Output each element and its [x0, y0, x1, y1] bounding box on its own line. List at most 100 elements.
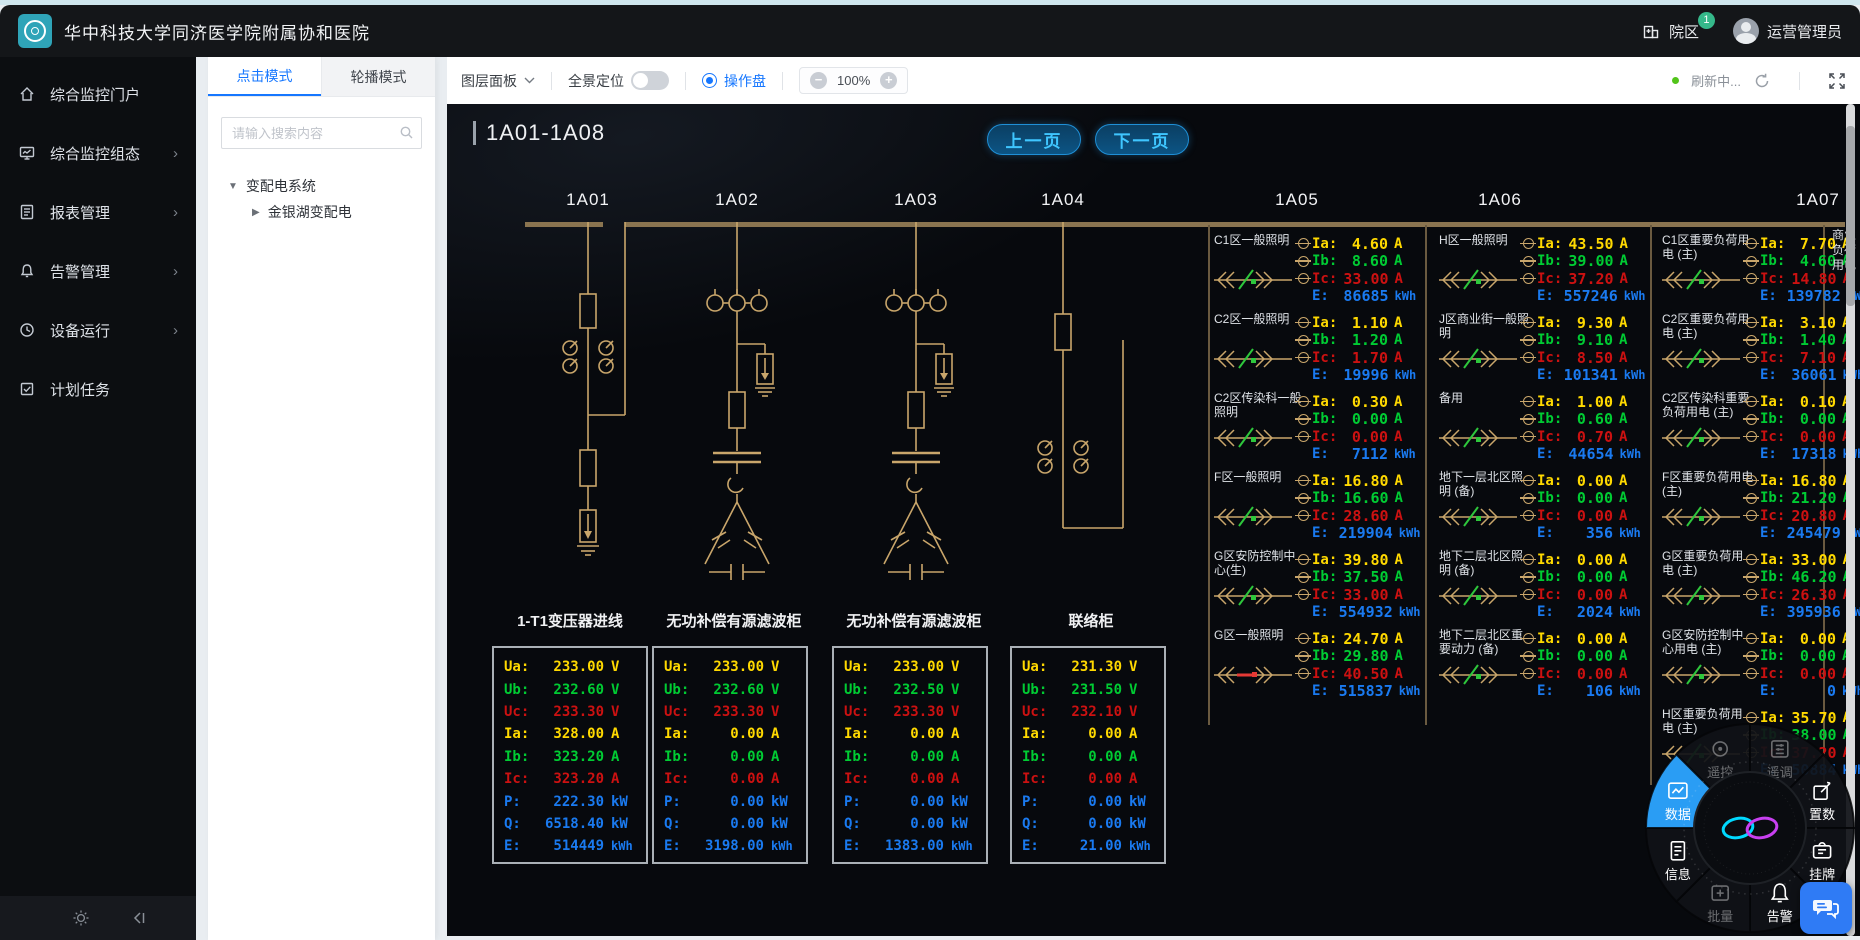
feeder-label: 备用 — [1439, 391, 1531, 405]
feeder-block[interactable]: G区安防控制中心用电 (主)Ia:0.00AIb:0.00AIc:0.00AE:… — [1660, 630, 1860, 709]
wheel-item-label: 数据 — [1665, 807, 1691, 822]
ct-tap-icon — [1298, 431, 1309, 442]
feeder-block[interactable]: 地下二层北区照明 (备)Ia:0.00AIb:0.00AIc:0.00AE:20… — [1437, 551, 1649, 630]
zoom-in-button[interactable]: + — [880, 72, 897, 89]
sidebar-item-4[interactable]: 告警管理› — [0, 249, 196, 293]
tab-carousel-mode[interactable]: 轮播模式 — [321, 57, 435, 96]
breaker-symbol-open[interactable] — [1660, 499, 1744, 535]
feeder-block[interactable]: C1区重要负荷用电 (主)Ia:7.70AIb:4.60AIc:14.80AE:… — [1660, 235, 1860, 314]
tab-click-mode[interactable]: 点击模式 — [208, 57, 321, 96]
user-menu[interactable]: 运营管理员 — [1733, 18, 1842, 44]
feeder-block[interactable]: 备用Ia:1.00AIb:0.60AIc:0.70AE:44654kWh — [1437, 393, 1649, 472]
feeder-block[interactable]: 地下二层北区重要动力 (备)Ia:0.00AIb:0.00AIc:0.00AE:… — [1437, 630, 1649, 709]
feeder-row: Ic:20.80A — [1746, 507, 1860, 525]
collapse-sidebar-icon[interactable] — [130, 909, 148, 927]
feeder-block[interactable]: G区安防控制中心(生)Ia:39.80AIb:37.50AIc:33.00AE:… — [1212, 551, 1424, 630]
campus-label: 院区 — [1669, 21, 1699, 42]
feeder-label: 地下二层北区重要动力 (备) — [1439, 628, 1531, 657]
sidebar-item-1[interactable]: 综合监控门户 — [0, 72, 196, 116]
breaker-symbol-open[interactable] — [1660, 657, 1744, 693]
breaker-symbol-open[interactable] — [1212, 578, 1296, 614]
breaker-symbol-open[interactable] — [1437, 578, 1521, 614]
feeder-block[interactable]: G区重要负荷用电 (主)Ia:33.00AIb:46.20AIc:26.30AE… — [1660, 551, 1860, 630]
feeder-block[interactable]: C2区重要负荷用电 (主)Ia:3.10AIb:1.40AIc:7.10AE:3… — [1660, 314, 1860, 393]
chat-button[interactable] — [1800, 882, 1852, 934]
device-tree-panel: 点击模式 轮播模式 ▼ 变配电系统 ▶ 金银湖变配电 — [208, 57, 435, 940]
measurement-panel-3[interactable]: Ua:233.00VUb:232.50VUc:233.30VIa:0.00AIb… — [832, 646, 988, 864]
feeder-row: Ia:33.00A — [1746, 551, 1860, 569]
zoom-level: 100% — [837, 73, 870, 88]
feeder-row: Ia:1.10A — [1298, 314, 1422, 332]
breaker-symbol-open[interactable] — [1212, 499, 1296, 535]
search-input[interactable] — [221, 117, 422, 149]
feeder-block[interactable]: C1区一般照明Ia:4.60AIb:8.60AIc:33.00AE:86685k… — [1212, 235, 1424, 314]
ct-tap-icon — [1298, 633, 1309, 644]
sidebar-item-3[interactable]: 报表管理› — [0, 190, 196, 234]
scrollbar-thumb[interactable] — [1846, 126, 1855, 306]
measurement-panel-1[interactable]: Ua:233.00VUb:232.60VUc:233.30VIa:328.00A… — [492, 646, 648, 864]
panorama-toggle[interactable] — [631, 71, 669, 90]
panel-row: Ic:0.00A — [1022, 768, 1155, 790]
feeder-row: E:245479kWh — [1746, 525, 1860, 543]
sidebar-item-2[interactable]: 综合监控组态› — [0, 131, 196, 175]
feeder-block[interactable]: J区商业街一般照明Ia:9.30AIb:9.10AIc:8.50AE:10134… — [1437, 314, 1649, 393]
campus-switcher[interactable]: 院区 1 — [1641, 21, 1699, 42]
ct-tap-icon — [1298, 352, 1309, 363]
breaker-symbol-open[interactable] — [1660, 578, 1744, 614]
feeder-block[interactable]: C2区一般照明Ia:1.10AIb:1.20AIc:1.70AE:19996kW… — [1212, 314, 1424, 393]
feeder-label: G区安防控制中心(生) — [1214, 549, 1306, 578]
feeder-row: E:36061kWh — [1746, 367, 1860, 385]
feeder-row: Ia:0.00A — [1523, 472, 1647, 490]
ct-tap-icon — [1746, 335, 1757, 346]
breaker-symbol-open[interactable] — [1660, 420, 1744, 456]
breaker-symbol-open[interactable] — [1212, 262, 1296, 298]
tree-node-root[interactable]: ▼ 变配电系统 — [228, 173, 435, 199]
feeder-block[interactable]: H区一般照明Ia:43.50AIb:39.00AIc:37.20AE:55724… — [1437, 235, 1649, 314]
feeder-block[interactable]: F区一般照明Ia:16.80AIb:16.60AIc:28.60AE:21990… — [1212, 472, 1424, 551]
sidebar-item-5[interactable]: 设备运行› — [0, 308, 196, 352]
feeder-block[interactable]: 地下一层北区照明 (备)Ia:0.00AIb:0.00AIc:0.00AE:35… — [1437, 472, 1649, 551]
panel-row: Ia:328.00A — [504, 723, 637, 745]
user-name: 运营管理员 — [1767, 21, 1842, 42]
breaker-symbol-open[interactable] — [1660, 262, 1744, 298]
zoom-out-button[interactable]: − — [810, 72, 827, 89]
measurement-panel-2[interactable]: Ua:233.00VUb:232.60VUc:233.30VIa:0.00AIb… — [652, 646, 808, 864]
measurement-panel-4[interactable]: Ua:231.30VUb:231.50VUc:232.10VIa:0.00AIb… — [1010, 646, 1166, 864]
breaker-symbol-open[interactable] — [1437, 341, 1521, 377]
ct-tap-icon — [1298, 335, 1309, 346]
breaker-symbol-open[interactable] — [1437, 420, 1521, 456]
sidebar-item-label: 报表管理 — [50, 202, 110, 223]
breaker-symbol-open[interactable] — [1437, 657, 1521, 693]
feeder-block[interactable]: G区一般照明Ia:24.70AIb:29.80AIc:40.50AE:51583… — [1212, 630, 1424, 709]
layer-panel-button[interactable]: 图层面板 — [461, 71, 535, 91]
breaker-symbol-open[interactable] — [1212, 420, 1296, 456]
breaker-symbol-open[interactable] — [1212, 341, 1296, 377]
theme-toggle-icon[interactable] — [72, 909, 90, 927]
sidebar-item-6[interactable]: 计划任务 — [0, 367, 196, 411]
feeder-row: Ib:0.00A — [1523, 569, 1647, 587]
feeder-row: Ic:40.50A — [1298, 665, 1422, 683]
tree-expand-icon[interactable]: ▼ — [228, 181, 238, 192]
feeder-block[interactable]: C2区传染科重要负荷用电 (主)Ia:0.10AIb:0.00AIc:0.00A… — [1660, 393, 1860, 472]
scada-canvas[interactable]: 1A01-1A08 上一页 下一页 1A011A021A031A041A051A… — [447, 104, 1860, 936]
next-page-button[interactable]: 下一页 — [1095, 124, 1189, 155]
panel-row: E:21.00kWh — [1022, 835, 1155, 857]
chat-bubbles-icon — [1812, 895, 1840, 921]
feeder-block[interactable]: C2区传染科一般照明Ia:0.30AIb:0.00AIc:0.00AE:7112… — [1212, 393, 1424, 472]
feeder-block[interactable]: F区重要负荷用电 (主)Ia:16.80AIb:21.20AIc:20.80AE… — [1660, 472, 1860, 551]
breaker-symbol-open[interactable] — [1437, 262, 1521, 298]
panel-row: Ub:232.60V — [664, 678, 797, 700]
feeder-row: E:44654kWh — [1523, 446, 1647, 464]
fullscreen-icon[interactable] — [1828, 72, 1846, 90]
tree-node-child[interactable]: ▶ 金银湖变配电 — [252, 199, 435, 225]
breaker-symbol-open[interactable] — [1660, 341, 1744, 377]
refresh-icon[interactable] — [1753, 72, 1771, 90]
campus-badge: 1 — [1698, 12, 1715, 29]
ct-tap-icon — [1746, 431, 1757, 442]
column-divider — [1425, 225, 1427, 725]
breaker-symbol-open[interactable] — [1437, 499, 1521, 535]
prev-page-button[interactable]: 上一页 — [987, 124, 1081, 155]
operation-dial-radio[interactable]: 操作盘 — [702, 71, 766, 91]
tree-collapsed-icon[interactable]: ▶ — [252, 207, 260, 218]
breaker-symbol-closed[interactable] — [1212, 657, 1296, 693]
